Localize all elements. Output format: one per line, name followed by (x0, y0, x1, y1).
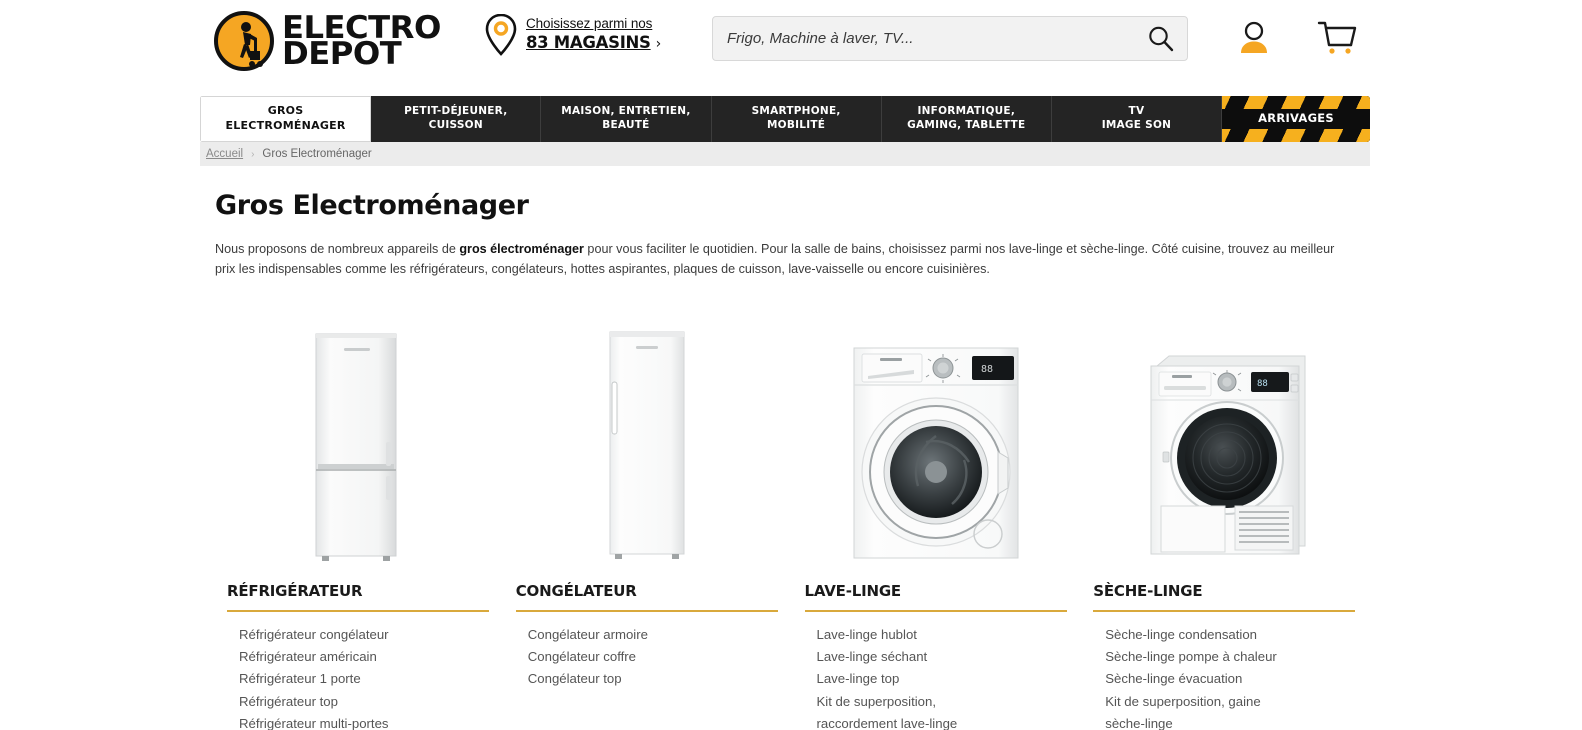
main-navigation: GROS ELECTROMÉNAGER PETIT-DÉJEUNER, CUISSO… (200, 96, 1370, 142)
account-button[interactable] (1232, 16, 1276, 60)
category-heading: LAVE-LINGE (804, 582, 1067, 612)
search-button[interactable] (1135, 17, 1187, 60)
nav-item-gros-electromenager[interactable]: GROS ELECTROMÉNAGER (200, 96, 372, 142)
store-count-value: 83 MAGASINS (526, 33, 651, 52)
list-item[interactable]: Sèche-linge évacuation (1105, 668, 1368, 690)
hazard-stripes-top (1222, 96, 1370, 109)
list-item[interactable]: Réfrigérateur multi-portes (239, 713, 502, 730)
nav-item-label: ARRIVAGES (1258, 111, 1334, 126)
list-item[interactable]: raccordement lave-linge (817, 713, 1080, 730)
nav-item-arrivages[interactable]: ARRIVAGES (1222, 96, 1370, 142)
hazard-stripes-bottom (1222, 129, 1370, 142)
page-root: ELECTRO DEPOT Choisissez parmi nos 83 MA… (0, 0, 1582, 730)
nav-item-label: INFORMATIQUE, GAMING, TABLETTE (907, 105, 1026, 131)
list-item[interactable]: Kit de superposition, gaine (1105, 691, 1368, 713)
svg-text:88: 88 (981, 364, 993, 375)
worker-with-trolley-icon (214, 11, 274, 71)
nav-item-tv-image-son[interactable]: TV IMAGE SON (1051, 96, 1223, 142)
washing-machine-image: 88 (793, 318, 1080, 562)
site-logo[interactable]: ELECTRO DEPOT (214, 8, 449, 74)
category-card-refrigerateur: RÉFRIGÉRATEUR Réfrigérateur congélateur … (215, 318, 502, 730)
store-locator-link[interactable]: Choisissez parmi nos 83 MAGASINS › (485, 14, 661, 56)
fridge-freezer-image (215, 318, 502, 562)
nav-item-petit-dejeuner-cuisson[interactable]: PETIT-DÉJEUNER, CUISSON (371, 96, 542, 142)
list-item[interactable]: Réfrigérateur américain (239, 646, 502, 668)
breadcrumb-current: Gros Electroménager (262, 148, 372, 160)
category-card-congelateur: CONGÉLATEUR Congélateur armoire Congélat… (504, 318, 791, 730)
list-item[interactable]: Congélateur top (528, 668, 791, 690)
site-header: ELECTRO DEPOT Choisissez parmi nos 83 MA… (0, 0, 1582, 88)
user-account-icon (1241, 21, 1267, 53)
list-item[interactable]: Réfrigérateur congélateur (239, 624, 502, 646)
category-links: Sèche-linge condensation Sèche-linge pom… (1105, 624, 1368, 730)
chevron-right-icon: › (655, 36, 662, 52)
svg-text:88: 88 (1257, 379, 1268, 389)
store-locator-caption: Choisissez parmi nos (526, 16, 653, 31)
category-grid: RÉFRIGÉRATEUR Réfrigérateur congélateur … (215, 318, 1370, 730)
list-item[interactable]: Lave-linge hublot (817, 624, 1080, 646)
list-item[interactable]: Congélateur coffre (528, 646, 791, 668)
breadcrumb: Accueil › Gros Electroménager (200, 142, 1370, 166)
nav-item-label: GROS ELECTROMÉNAGER (225, 104, 346, 132)
cart-button[interactable] (1314, 16, 1360, 60)
nav-item-maison-entretien-beaute[interactable]: MAISON, ENTRETIEN, BEAUTÉ (541, 96, 712, 142)
search-input[interactable] (713, 30, 1135, 47)
upright-freezer-image (504, 318, 791, 562)
store-count-label: 83 MAGASINS › (526, 33, 661, 52)
list-item[interactable]: sèche-linge (1105, 713, 1368, 730)
list-item[interactable]: Réfrigérateur 1 porte (239, 668, 502, 690)
page-description: Nous proposons de nombreux appareils de … (215, 239, 1350, 280)
page-title: Gros Electroménager (215, 190, 529, 221)
nav-item-label: SMARTPHONE, MOBILITÉ (751, 105, 841, 131)
map-pin-icon (485, 14, 517, 56)
logo-wordmark: ELECTRO DEPOT (282, 12, 441, 69)
logo-line-2: DEPOT (282, 36, 402, 72)
list-item[interactable]: Kit de superposition, (817, 691, 1080, 713)
list-item[interactable]: Sèche-linge pompe à chaleur (1105, 646, 1368, 668)
nav-item-label: MAISON, ENTRETIEN, BEAUTÉ (561, 105, 691, 131)
tumble-dryer-image: 88 (1081, 318, 1368, 562)
list-item[interactable]: Lave-linge séchant (817, 646, 1080, 668)
category-card-lave-linge: 88 LAVE-LINGE Lave-linge hublot Lave-lin… (793, 318, 1080, 730)
list-item[interactable]: Lave-linge top (817, 668, 1080, 690)
chevron-right-icon: › (251, 148, 255, 160)
category-heading: SÈCHE-LINGE (1093, 582, 1356, 612)
nav-item-label: TV IMAGE SON (1101, 105, 1172, 131)
shopping-cart-icon (1317, 21, 1357, 54)
breadcrumb-home-link[interactable]: Accueil (206, 148, 243, 160)
list-item[interactable]: Congélateur armoire (528, 624, 791, 646)
list-item[interactable]: Sèche-linge condensation (1105, 624, 1368, 646)
nav-item-label: PETIT-DÉJEUNER, CUISSON (404, 105, 508, 131)
category-links: Lave-linge hublot Lave-linge séchant Lav… (817, 624, 1080, 730)
category-heading: RÉFRIGÉRATEUR (227, 582, 489, 612)
category-heading: CONGÉLATEUR (515, 582, 778, 612)
list-item[interactable]: Réfrigérateur top (239, 691, 502, 713)
category-links: Réfrigérateur congélateur Réfrigérateur … (239, 624, 502, 730)
description-part-1: Nous proposons de nombreux appareils de (215, 242, 460, 256)
description-emphasis: gros électroménager (459, 242, 584, 256)
category-links: Congélateur armoire Congélateur coffre C… (528, 624, 791, 691)
nav-item-informatique-gaming-tablette[interactable]: INFORMATIQUE, GAMING, TABLETTE (881, 96, 1052, 142)
category-card-seche-linge: 88 SÈCHE-LINGE Sèche-linge condensation … (1081, 318, 1368, 730)
nav-item-smartphone-mobilite[interactable]: SMARTPHONE, MOBILITÉ (711, 96, 882, 142)
page-intro: Gros Electroménager Nous proposons de no… (215, 190, 1365, 280)
search-bar[interactable] (712, 16, 1188, 61)
search-icon (1149, 26, 1174, 51)
